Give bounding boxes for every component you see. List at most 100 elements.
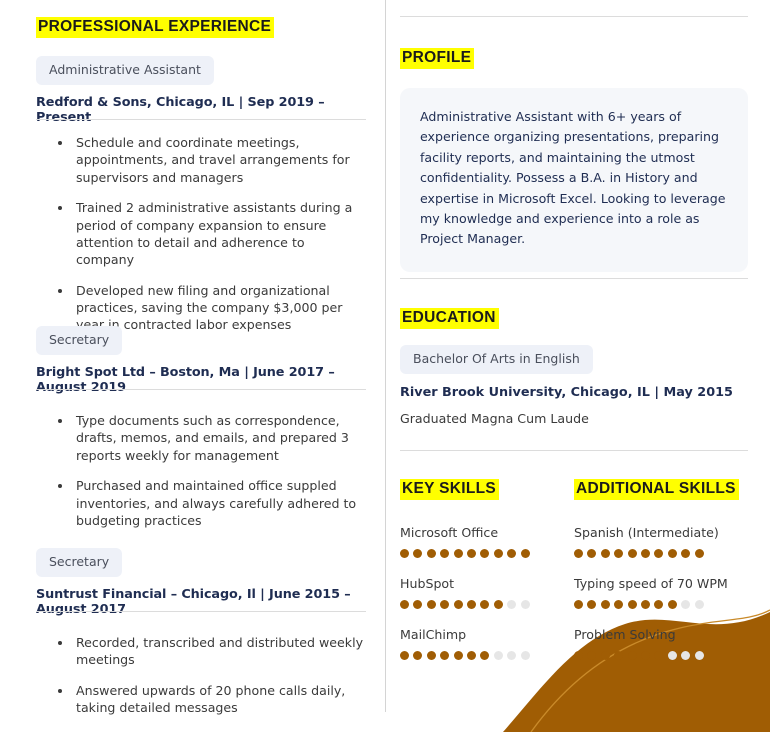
rating-dot-empty	[681, 650, 691, 660]
sidebar-column: PROFILE Administrative Assistant with 6+…	[386, 0, 770, 732]
rating-dot-filled	[413, 548, 423, 558]
skill-label: Spanish (Intermediate)	[574, 524, 719, 540]
skill-label: MailChimp	[400, 626, 467, 642]
rating-dot-filled	[587, 548, 597, 558]
skill-entry: Problem Solving	[574, 627, 748, 660]
rating-dot-filled	[453, 650, 463, 660]
experience-column: PROFESSIONAL EXPERIENCE Administrative A…	[0, 0, 385, 732]
key-skills-column: KEY SKILLS Microsoft Office HubSpot Mail…	[400, 478, 574, 678]
skill-rating-dots	[400, 548, 574, 558]
top-divider	[400, 16, 748, 17]
job-entry: Secretary Suntrust Financial – Chicago, …	[36, 548, 366, 617]
job-bullets: Recorded, transcribed and distributed we…	[36, 634, 366, 717]
job-title-badge: Administrative Assistant	[36, 56, 214, 85]
job-divider	[36, 119, 366, 120]
job-entry: Secretary Bright Spot Ltd – Boston, Ma |…	[36, 326, 366, 395]
job-title-badge: Secretary	[36, 326, 123, 355]
rating-dot-filled	[413, 599, 423, 609]
rating-dot-empty	[493, 650, 503, 660]
rating-dot-filled	[574, 548, 583, 558]
profile-box: Administrative Assistant with 6+ years o…	[400, 88, 748, 272]
skill-entry: Microsoft Office	[400, 525, 574, 558]
list-item: Trained 2 administrative assistants duri…	[36, 199, 366, 269]
list-item: Recorded, transcribed and distributed we…	[36, 634, 366, 669]
rating-dot-empty	[507, 650, 517, 660]
skill-label: Microsoft Office	[400, 524, 499, 540]
rating-dot-filled	[574, 650, 583, 660]
rating-dot-filled	[440, 650, 450, 660]
rating-dot-filled	[627, 548, 637, 558]
rating-dot-empty	[520, 599, 530, 609]
rating-dot-filled	[667, 599, 677, 609]
rating-dot-empty	[694, 599, 704, 609]
rating-dot-filled	[493, 599, 503, 609]
job-title-badge: Secretary	[36, 548, 123, 577]
rating-dot-filled	[654, 650, 664, 660]
resume-page: PROFESSIONAL EXPERIENCE Administrative A…	[0, 0, 770, 732]
skill-entry: Spanish (Intermediate)	[574, 525, 748, 558]
rating-dot-filled	[627, 599, 637, 609]
rating-dot-empty	[681, 599, 691, 609]
rating-dot-filled	[654, 548, 664, 558]
rating-dot-filled	[507, 548, 517, 558]
rating-dot-filled	[600, 650, 610, 660]
skill-rating-dots	[574, 548, 748, 558]
job-divider	[36, 389, 366, 390]
rating-dot-filled	[440, 548, 450, 558]
rating-dot-filled	[694, 548, 704, 558]
rating-dot-filled	[600, 599, 610, 609]
degree-badge: Bachelor Of Arts in English	[400, 345, 593, 374]
skill-entry: MailChimp	[400, 627, 574, 660]
rating-dot-empty	[507, 599, 517, 609]
column-divider	[385, 0, 386, 712]
list-item: Purchased and maintained office suppled …	[36, 477, 366, 529]
rating-dot-filled	[426, 650, 436, 660]
job-bullets: Type documents such as correspondence, d…	[36, 412, 366, 529]
rating-dot-filled	[640, 548, 650, 558]
additional-skills-column: ADDITIONAL SKILLS Spanish (Intermediate)…	[574, 478, 748, 678]
rating-dot-filled	[654, 599, 664, 609]
profile-text: Administrative Assistant with 6+ years o…	[420, 109, 726, 247]
list-item: Type documents such as correspondence, d…	[36, 412, 366, 464]
job-bullets: Schedule and coordinate meetings, appoin…	[36, 134, 366, 334]
section-heading-experience: PROFESSIONAL EXPERIENCE	[36, 17, 275, 38]
rating-dot-filled	[493, 548, 503, 558]
rating-dot-filled	[587, 599, 597, 609]
rating-dot-filled	[400, 650, 409, 660]
rating-dot-filled	[426, 548, 436, 558]
job-org-line: Suntrust Financial – Chicago, Il | June …	[36, 586, 351, 617]
rating-dot-filled	[453, 599, 463, 609]
school-line: River Brook University, Chicago, IL | Ma…	[400, 384, 733, 400]
rating-dot-filled	[440, 599, 450, 609]
skill-entry: HubSpot	[400, 576, 574, 609]
rating-dot-filled	[574, 599, 583, 609]
rating-dot-filled	[667, 548, 677, 558]
section-heading-additional-skills: ADDITIONAL SKILLS	[574, 479, 739, 500]
skill-label: Typing speed of 70 WPM	[574, 575, 728, 591]
rating-dot-filled	[466, 548, 476, 558]
skill-entry: Typing speed of 70 WPM	[574, 576, 748, 609]
honors-line: Graduated Magna Cum Laude	[400, 410, 589, 426]
rating-dot-filled	[480, 650, 490, 660]
skill-rating-dots	[574, 650, 748, 660]
skill-rating-dots	[400, 599, 574, 609]
skill-rating-dots	[400, 650, 574, 660]
rating-dot-filled	[426, 599, 436, 609]
rating-dot-filled	[600, 548, 610, 558]
rating-dot-filled	[466, 650, 476, 660]
list-item: Answered upwards of 20 phone calls daily…	[36, 682, 366, 717]
skills-section: KEY SKILLS Microsoft Office HubSpot Mail…	[400, 478, 760, 678]
rating-dot-filled	[640, 650, 650, 660]
rating-dot-filled	[480, 548, 490, 558]
rating-dot-filled	[614, 650, 624, 660]
education-entry: Bachelor Of Arts in English River Brook …	[400, 345, 748, 426]
rating-dot-filled	[413, 650, 423, 660]
rating-dot-filled	[627, 650, 637, 660]
skill-label: Problem Solving	[574, 626, 676, 642]
job-org-line: Redford & Sons, Chicago, IL | Sep 2019 –…	[36, 94, 325, 125]
rating-dot-empty	[667, 650, 677, 660]
rating-dot-filled	[587, 650, 597, 660]
rating-dot-filled	[681, 548, 691, 558]
rating-dot-filled	[614, 599, 624, 609]
skill-label: HubSpot	[400, 575, 455, 591]
